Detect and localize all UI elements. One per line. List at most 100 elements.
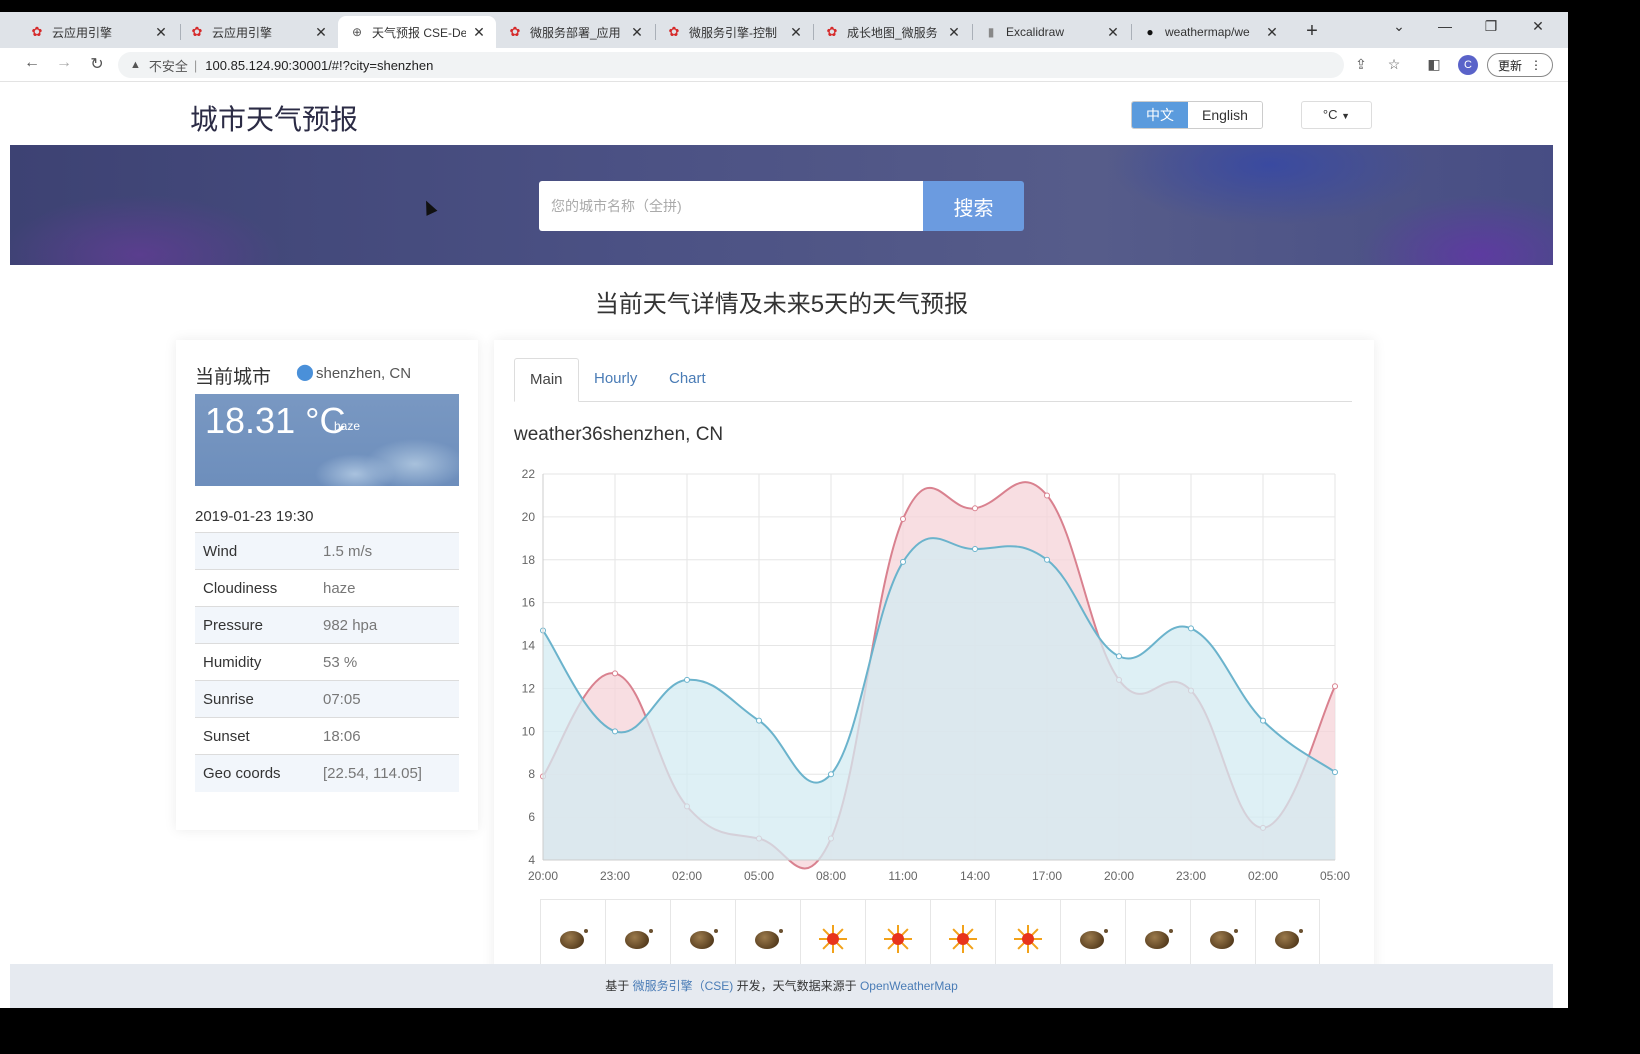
- cse-link[interactable]: 微服务引擎（CSE): [633, 979, 734, 993]
- series-1-point: [900, 558, 906, 565]
- table-row: Geo coords [22.54, 114.05]: [195, 754, 459, 792]
- tab-title: 微服务部署_应用: [530, 25, 621, 40]
- series-0-point: [972, 505, 978, 512]
- series-0-point: [612, 670, 618, 677]
- series-1-point: [1116, 653, 1122, 660]
- lang-zh-button[interactable]: 中文: [1132, 102, 1188, 128]
- close-icon[interactable]: ✕: [314, 24, 328, 41]
- search-button[interactable]: 搜索: [923, 181, 1024, 231]
- x-tick-label: 17:00: [1032, 869, 1062, 883]
- new-tab-button[interactable]: +: [1302, 20, 1322, 43]
- address-separator: |: [193, 57, 198, 73]
- y-tick-label: 10: [522, 724, 536, 738]
- tab-chart[interactable]: Chart: [654, 358, 721, 402]
- series-1-point: [972, 546, 978, 553]
- current-weather-card: 当前城市 ⬤ shenzhen, CN 18.31 °C haze 2019-0…: [176, 340, 478, 830]
- observation-time: 2019-01-23 19:30: [195, 508, 314, 525]
- y-tick-label: 12: [522, 681, 536, 695]
- tab-title: 天气预报 CSE-De: [372, 25, 466, 40]
- browser-toolbar: ← → ↻ ▲ 不安全 | 100.85.124.90:30001/#!?cit…: [0, 48, 1568, 82]
- haze-icon: [623, 928, 653, 950]
- close-icon[interactable]: ✕: [789, 24, 803, 41]
- browser-tab-2[interactable]: ⊕ 天气预报 CSE-De ✕: [338, 16, 496, 48]
- close-icon[interactable]: ✕: [472, 24, 486, 41]
- browser-tab-1[interactable]: ✿ 云应用引擎 ✕: [178, 16, 338, 48]
- reload-icon[interactable]: ↻: [86, 54, 108, 74]
- temperature-chart: 4 6 8 10 12 14 16 18 20 22 20:00 23:00 02:00 05:00 08:…: [522, 467, 1351, 883]
- unit-value: °C: [1322, 107, 1338, 122]
- series-0-point: [1044, 492, 1050, 499]
- detail-value: 1.5 m/s: [313, 532, 459, 570]
- minimize-icon[interactable]: —: [1435, 18, 1455, 34]
- current-temperature: 18.31 °C: [205, 400, 346, 441]
- close-icon[interactable]: ✕: [154, 24, 168, 41]
- openweathermap-link[interactable]: OpenWeatherMap: [860, 979, 958, 993]
- window-close-icon[interactable]: ✕: [1528, 18, 1548, 35]
- bookmark-star-icon[interactable]: ☆: [1384, 56, 1404, 73]
- side-panel-icon[interactable]: ◧: [1424, 56, 1444, 73]
- close-icon[interactable]: ✕: [1106, 24, 1120, 41]
- x-tick-label: 14:00: [960, 869, 990, 883]
- y-tick-label: 18: [522, 553, 536, 567]
- lang-en-button[interactable]: English: [1188, 102, 1262, 128]
- sun-icon: [949, 925, 977, 953]
- table-row: Sunrise 07:05: [195, 680, 459, 718]
- haze-icon: [1143, 928, 1173, 950]
- share-icon[interactable]: ⇪: [1351, 56, 1371, 73]
- profile-avatar[interactable]: C: [1458, 55, 1478, 75]
- series-1-point: [612, 728, 618, 735]
- close-icon[interactable]: ✕: [947, 24, 961, 41]
- huawei-icon: ✿: [191, 24, 203, 39]
- series-1-area: [543, 538, 1335, 860]
- table-row: Sunset 18:06: [195, 717, 459, 755]
- tab-title: 成长地图_微服务: [847, 25, 938, 40]
- browser-tab-4[interactable]: ✿ 微服务引擎-控制 ✕: [655, 16, 813, 48]
- x-tick-label: 08:00: [816, 869, 846, 883]
- footer-prefix: 基于: [605, 979, 630, 993]
- browser-tab-6[interactable]: ▮ Excalidraw ✕: [972, 16, 1130, 48]
- x-tick-label: 23:00: [1176, 869, 1206, 883]
- page-content: 城市天气预报 中文 English °C ▼ 搜索 当前天气详情及未来5天的天气…: [10, 82, 1553, 1008]
- back-icon[interactable]: ←: [21, 54, 43, 72]
- y-tick-label: 8: [528, 767, 535, 781]
- browser-tab-5[interactable]: ✿ 成长地图_微服务 ✕: [813, 16, 971, 48]
- caret-down-icon: ▼: [1341, 111, 1351, 121]
- table-row: Wind 1.5 m/s: [195, 532, 459, 570]
- tab-search-icon[interactable]: ⌄: [1389, 18, 1409, 35]
- forward-icon[interactable]: →: [53, 54, 75, 72]
- y-tick-label: 6: [528, 810, 535, 824]
- series-1-point: [1332, 769, 1338, 776]
- haze-icon: [1078, 928, 1108, 950]
- haze-icon: [688, 928, 718, 950]
- close-icon[interactable]: ✕: [1265, 24, 1279, 41]
- update-button[interactable]: 更新 ⋮: [1487, 53, 1553, 77]
- restore-icon[interactable]: ❐: [1481, 18, 1501, 35]
- series-1-point: [684, 676, 690, 683]
- close-icon[interactable]: ✕: [630, 24, 644, 41]
- y-tick-label: 20: [522, 510, 536, 524]
- tab-title: 微服务引擎-控制: [689, 25, 777, 40]
- unit-dropdown[interactable]: °C ▼: [1301, 101, 1372, 129]
- browser-tab-3[interactable]: ✿ 微服务部署_应用 ✕: [496, 16, 654, 48]
- x-tick-label: 02:00: [1248, 869, 1278, 883]
- tab-hourly[interactable]: Hourly: [579, 358, 652, 402]
- x-tick-label: 20:00: [528, 869, 558, 883]
- series-1-point: [1260, 717, 1266, 724]
- browser-tab-0[interactable]: ✿ 云应用引擎 ✕: [18, 16, 178, 48]
- footer: 基于 微服务引擎（CSE) 开发，天气数据来源于 OpenWeatherMap: [10, 964, 1553, 1008]
- tab-title: Excalidraw: [1006, 25, 1065, 39]
- haze-icon: [753, 928, 783, 950]
- globe-icon: ⊕: [351, 25, 363, 39]
- browser-tab-7[interactable]: ● weathermap/we ✕: [1131, 16, 1289, 48]
- tab-title: 云应用引擎: [52, 25, 113, 40]
- haze-icon: [1273, 928, 1303, 950]
- city-search-input[interactable]: [539, 181, 923, 231]
- detail-value: 07:05: [313, 680, 459, 718]
- huawei-icon: ✿: [31, 24, 43, 39]
- tab-main[interactable]: Main: [514, 358, 579, 402]
- x-tick-label: 05:00: [1320, 869, 1350, 883]
- detail-value: [22.54, 114.05]: [313, 754, 459, 792]
- address-bar[interactable]: ▲ 不安全 | 100.85.124.90:30001/#!?city=shen…: [118, 52, 1344, 78]
- detail-key: Humidity: [195, 643, 313, 681]
- series-1-point: [1044, 556, 1050, 563]
